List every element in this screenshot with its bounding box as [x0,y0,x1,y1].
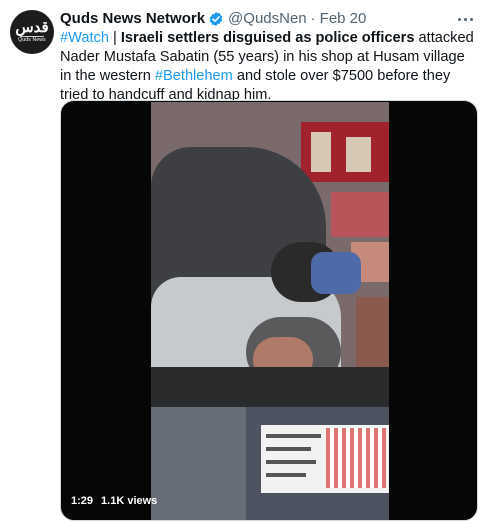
account-name[interactable]: Quds News Network [60,10,205,28]
account-handle[interactable]: @QudsNen [228,10,307,28]
separator-dot: · [310,10,316,27]
avatar-logo-subtext: Quds News [18,37,46,43]
hashtag-bethlehem[interactable]: #Bethlehem [155,68,233,84]
video-frame [151,102,389,520]
video-stats: 1:29 1.1K views [71,494,165,508]
tweet-date[interactable]: Feb 20 [320,10,367,28]
tweet-text: #Watch | Israeli settlers disguised as p… [60,29,478,105]
tweet-header: Quds News Network @QudsNen · Feb 20 [60,10,366,28]
tweet[interactable]: قدس Quds News Quds News Network @QudsNen… [0,0,488,531]
text-separator: | [108,30,121,46]
avatar-logo-divider [20,36,44,37]
video-views: 1.1K views [101,495,158,507]
video-player[interactable]: 1:29 1.1K views [60,100,478,521]
verified-badge-icon [208,11,224,27]
hashtag-watch[interactable]: #Watch [60,30,109,46]
tweet-bold-text: Israeli settlers disguised as police off… [120,30,415,46]
avatar-logo-text: قدس [15,18,49,36]
avatar[interactable]: قدس Quds News [10,10,54,54]
more-options-icon[interactable] [452,8,478,30]
video-duration: 1:29 [71,495,94,507]
